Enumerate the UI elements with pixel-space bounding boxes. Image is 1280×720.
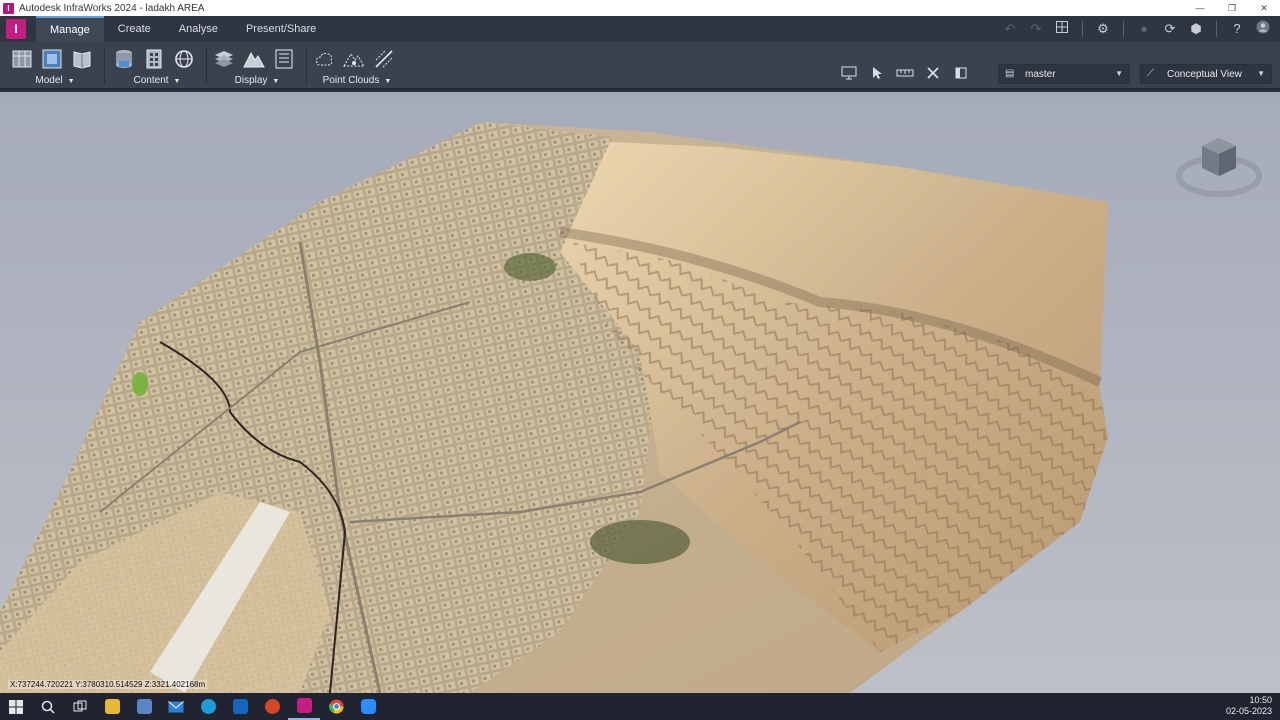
tab-create[interactable]: Create — [104, 16, 165, 42]
ribbon-group-point-clouds: Point Clouds ▼ — [312, 46, 402, 88]
task-view-icon[interactable] — [64, 693, 96, 720]
vegetation-patch — [132, 372, 148, 396]
tab-manage[interactable]: Manage — [36, 16, 104, 42]
edge-browser-icon[interactable] — [192, 693, 224, 720]
grid-view-icon[interactable] — [1053, 20, 1071, 38]
point-terrain-icon[interactable] — [342, 47, 366, 71]
user-avatar-icon[interactable] — [1254, 20, 1272, 38]
layers-icon[interactable] — [212, 47, 236, 71]
chevron-down-icon: ▼ — [384, 78, 392, 85]
window-title: Autodesk InfraWorks 2024 - ladakh AREA — [19, 2, 205, 14]
coordinate-readout: X:737244.720221 Y:3780310.514529 Z:3321.… — [8, 680, 208, 689]
redo-icon[interactable]: ↷ — [1027, 20, 1045, 38]
ribbon-group-display: Display ▼ — [212, 46, 302, 88]
undo-icon[interactable]: ↶ — [1001, 20, 1019, 38]
point-line-icon[interactable] — [372, 47, 396, 71]
model-table-icon[interactable] — [10, 47, 34, 71]
tab-present-share[interactable]: Present/Share — [232, 16, 330, 42]
ribbon-group-label[interactable]: Point Clouds ▼ — [312, 75, 402, 86]
separator — [1082, 21, 1083, 37]
chevron-down-icon: ▼ — [67, 78, 75, 85]
globe-icon[interactable] — [172, 47, 196, 71]
clock-date: 02-05-2023 — [1225, 706, 1272, 716]
sync-icon[interactable]: ⟳ — [1161, 20, 1179, 38]
separator — [206, 48, 207, 84]
powerpoint-icon[interactable] — [256, 693, 288, 720]
calculator-icon[interactable] — [128, 693, 160, 720]
select-cursor-icon[interactable] — [866, 66, 888, 84]
infraworks-taskbar-icon[interactable] — [288, 693, 320, 720]
separator — [104, 48, 105, 84]
measure-icon[interactable] — [894, 66, 916, 84]
ribbon-group-content: Content ▼ — [112, 46, 202, 88]
ribbon-group-label[interactable]: Display ▼ — [212, 75, 302, 86]
terrain-model[interactable] — [0, 92, 1280, 693]
sphere-icon[interactable]: ● — [1135, 20, 1153, 38]
proposal-dropdown[interactable]: ▤ master ▼ — [998, 64, 1130, 84]
model-explorer-icon[interactable] — [40, 47, 64, 71]
separator — [1123, 21, 1124, 37]
separator — [1216, 21, 1217, 37]
screen-display-icon[interactable] — [838, 66, 860, 84]
ribbon-group-label[interactable]: Content ▼ — [112, 75, 202, 86]
panel-icon[interactable] — [950, 66, 972, 84]
3d-viewport[interactable]: X:737244.720221 Y:3780310.514529 Z:3321.… — [0, 92, 1280, 693]
zoom-app-icon[interactable] — [352, 693, 384, 720]
outlook-icon[interactable] — [224, 693, 256, 720]
chevron-down-icon: ▼ — [1115, 69, 1123, 78]
visual-style-value: Conceptual View — [1167, 68, 1242, 80]
list-icon[interactable] — [272, 47, 296, 71]
chrome-icon[interactable] — [320, 693, 352, 720]
ribbon-group-model: Model ▼ — [10, 46, 100, 88]
model-book-icon[interactable] — [70, 47, 94, 71]
visual-style-dropdown[interactable]: ⟋ Conceptual View ▼ — [1140, 64, 1272, 84]
cloud-cube-icon[interactable]: ⬢ — [1187, 20, 1205, 38]
mail-icon[interactable] — [160, 693, 192, 720]
infraworks-logo-icon[interactable]: I — [6, 19, 26, 39]
settings-gear-icon[interactable]: ⚙ — [1094, 20, 1112, 38]
chevron-down-icon: ▼ — [1257, 69, 1265, 78]
terrain-icon[interactable] — [242, 47, 266, 71]
system-clock[interactable]: 10:50 02-05-2023 — [1226, 695, 1272, 717]
vegetation-patch — [504, 253, 556, 281]
tools-cross-icon[interactable] — [922, 66, 944, 84]
ribbon-group-label[interactable]: Model ▼ — [10, 75, 100, 86]
ribbon-tab-bar: I Manage Create Analyse Present/Share ↶ … — [0, 16, 1280, 42]
restore-button[interactable]: ❐ — [1216, 0, 1248, 16]
proposal-value: master — [1025, 68, 1056, 80]
chevron-down-icon: ▼ — [272, 78, 280, 85]
cloud-point-icon[interactable] — [312, 47, 336, 71]
close-button[interactable]: ✕ — [1248, 0, 1280, 16]
minimize-button[interactable]: — — [1184, 0, 1216, 16]
view-tools — [838, 66, 972, 84]
building-grid-icon[interactable] — [142, 47, 166, 71]
chevron-down-icon: ▼ — [173, 78, 181, 85]
file-explorer-icon[interactable] — [96, 693, 128, 720]
clock-time: 10:50 — [1249, 695, 1272, 705]
data-sources-icon[interactable] — [112, 47, 136, 71]
search-icon[interactable] — [32, 693, 64, 720]
separator — [306, 48, 307, 84]
help-icon[interactable]: ? — [1228, 20, 1246, 38]
proposal-icon: ▤ — [1005, 68, 1015, 79]
tab-analyse[interactable]: Analyse — [165, 16, 232, 42]
view-cube[interactable] — [1176, 126, 1262, 202]
windows-taskbar: 10:50 02-05-2023 — [0, 693, 1280, 720]
vegetation-patch — [590, 520, 690, 564]
title-bar: I Autodesk InfraWorks 2024 - ladakh AREA… — [0, 0, 1280, 16]
start-button[interactable] — [0, 693, 32, 720]
visual-style-icon: ⟋ — [1147, 68, 1154, 79]
app-icon: I — [3, 2, 14, 14]
